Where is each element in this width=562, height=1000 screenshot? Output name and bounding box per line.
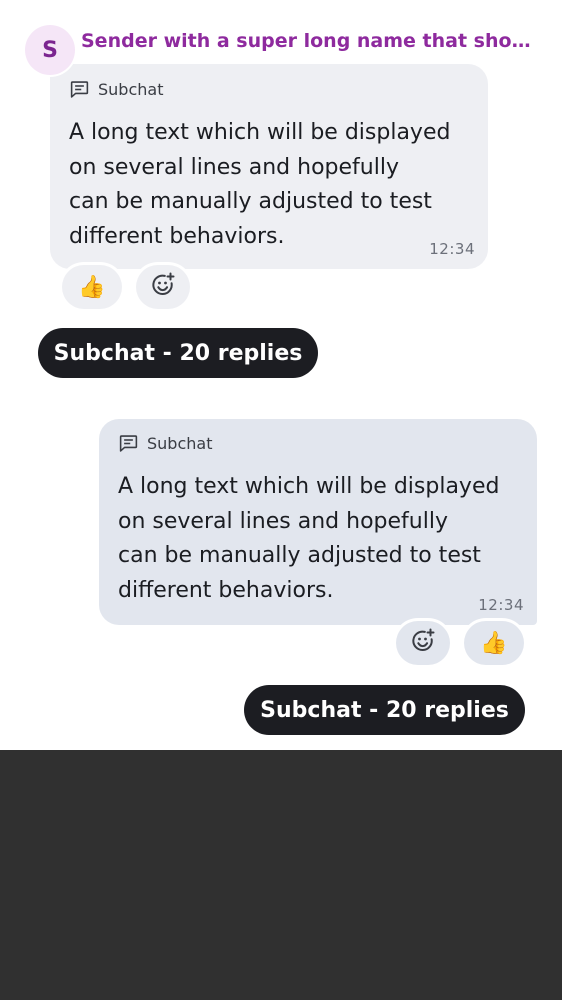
thread-icon: [69, 79, 90, 100]
add-reaction-button[interactable]: [136, 265, 190, 309]
bottom-area: [0, 750, 562, 1000]
sender-avatar[interactable]: S: [25, 25, 75, 75]
thumbs-up-emoji: 👍: [78, 274, 106, 300]
avatar-letter: S: [42, 37, 58, 63]
timeline: S Sender with a super long name that sho…: [0, 0, 562, 750]
subchat-summary-button[interactable]: Subchat - 20 replies: [38, 328, 318, 378]
thread-header: Subchat: [69, 78, 469, 100]
outgoing-message-bubble[interactable]: Subchat A long text which will be displa…: [99, 419, 537, 625]
sender-name[interactable]: Sender with a super long name that shoul…: [81, 28, 536, 54]
add-reaction-button[interactable]: [396, 621, 450, 665]
add-reaction-icon: [150, 272, 176, 302]
thread-label: Subchat: [98, 79, 164, 99]
thread-label: Subchat: [147, 433, 213, 453]
message-timestamp: 12:34: [478, 596, 524, 614]
message-timestamp: 12:34: [429, 240, 475, 258]
thread-header: Subchat: [118, 432, 518, 454]
add-reaction-icon: [410, 628, 436, 658]
incoming-message-bubble[interactable]: Subchat A long text which will be displa…: [50, 64, 488, 269]
message-text: A long text which will be displayed on s…: [69, 120, 451, 249]
reaction-thumbs-up[interactable]: 👍: [464, 621, 524, 665]
reaction-thumbs-up[interactable]: 👍: [62, 265, 122, 309]
thread-icon: [118, 433, 139, 454]
message-text: A long text which will be displayed on s…: [118, 474, 500, 603]
thumbs-up-emoji: 👍: [480, 630, 508, 656]
subchat-summary-button[interactable]: Subchat - 20 replies: [244, 685, 525, 735]
